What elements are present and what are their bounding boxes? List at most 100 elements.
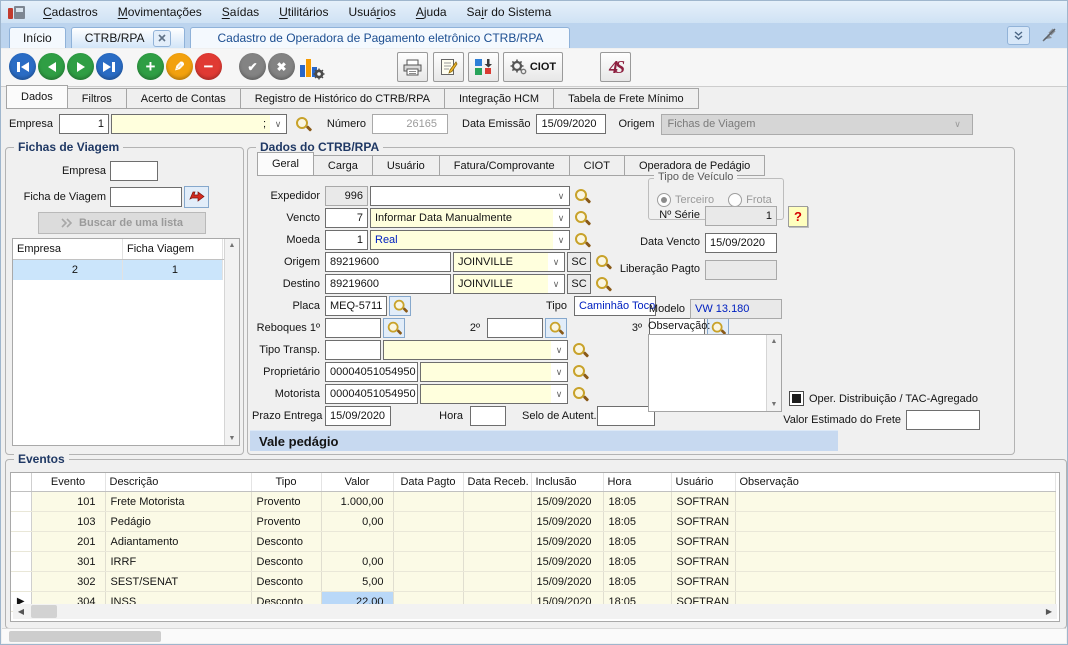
column-header-ficha-viagem[interactable]: Ficha Viagem xyxy=(123,239,223,259)
column-header-inclusao[interactable]: Inclusão xyxy=(531,473,603,492)
column-header-data-pagto[interactable]: Data Pagto xyxy=(393,473,463,492)
dropdown-arrow-icon[interactable]: ∨ xyxy=(548,275,564,293)
moeda-combo[interactable]: Real∨ xyxy=(370,230,570,250)
fichas-grid-scrollbar[interactable]: ▲ ▼ xyxy=(224,239,239,445)
scrollbar-thumb[interactable] xyxy=(31,605,57,618)
tipo-transp-code-input[interactable] xyxy=(325,340,381,360)
proprietario-input[interactable]: 00004051054950 xyxy=(325,362,418,382)
eventos-row[interactable]: 201AdiantamentoDesconto15/09/202018:05SO… xyxy=(11,532,1055,552)
empresa-input[interactable]: 1 xyxy=(59,114,109,134)
destino-search-icon[interactable] xyxy=(595,276,612,293)
column-header-observacao[interactable]: Observação xyxy=(735,473,1055,492)
print-button[interactable] xyxy=(397,52,428,82)
dados-tab-fatura-comprovante[interactable]: Fatura/Comprovante xyxy=(439,155,570,176)
menu-item-utilitarios[interactable]: Utilitários xyxy=(269,5,338,19)
column-header-usuario[interactable]: Usuário xyxy=(671,473,735,492)
dropdown-arrow-icon[interactable]: ∨ xyxy=(551,341,567,359)
pin-icon[interactable] xyxy=(1042,27,1057,45)
reboque1-input[interactable] xyxy=(325,318,381,338)
page-tab-acerto-de-contas[interactable]: Acerto de Contas xyxy=(126,88,241,109)
scroll-up-icon[interactable]: ▲ xyxy=(229,242,236,249)
dropdown-arrow-icon[interactable]: ∨ xyxy=(553,187,569,205)
placa-search-button[interactable] xyxy=(389,296,411,316)
dropdown-arrow-icon[interactable]: ∨ xyxy=(553,231,569,249)
window-scrollbar-thumb[interactable] xyxy=(9,631,161,642)
reboque1-search-button[interactable] xyxy=(383,318,405,338)
placa-input[interactable]: MEQ-5711 xyxy=(325,296,387,316)
column-header-evento[interactable]: Evento xyxy=(31,473,105,492)
menu-item-usuarios[interactable]: Usuários xyxy=(338,5,405,19)
export-button[interactable] xyxy=(468,52,499,82)
menu-item-saidas[interactable]: Saídas xyxy=(212,5,269,19)
eventos-row[interactable]: 101Frete MotoristaProvento1.000,0015/09/… xyxy=(11,492,1055,512)
nav-prev-button[interactable] xyxy=(38,53,65,80)
nav-last-button[interactable] xyxy=(96,53,123,80)
column-header-tipo[interactable]: Tipo xyxy=(251,473,321,492)
tab-ctrb-rpa[interactable]: CTRB/RPA xyxy=(71,27,186,48)
nav-first-button[interactable] xyxy=(9,53,36,80)
dados-tab-carga[interactable]: Carga xyxy=(313,155,373,176)
motorista-search-icon[interactable] xyxy=(572,386,589,403)
report-button[interactable] xyxy=(433,52,464,82)
data-vencto-input[interactable]: 15/09/2020 xyxy=(705,233,777,253)
moeda-search-icon[interactable] xyxy=(574,232,591,249)
valor-frete-input[interactable] xyxy=(906,410,980,430)
observacao-scrollbar[interactable]: ▲ ▼ xyxy=(766,335,781,411)
delete-button[interactable]: − xyxy=(195,53,222,80)
dados-tab-geral[interactable]: Geral xyxy=(257,152,314,176)
selo-input[interactable] xyxy=(597,406,655,426)
column-header-data-receb[interactable]: Data Receb. xyxy=(463,473,531,492)
expedidor-search-icon[interactable] xyxy=(574,188,591,205)
buscar-lista-button[interactable]: Buscar de uma lista xyxy=(38,212,206,234)
help-button[interactable]: ? xyxy=(788,206,808,227)
window-h-scrollbar[interactable] xyxy=(2,628,1066,643)
add-button[interactable]: + xyxy=(137,53,164,80)
expedidor-combo[interactable]: ∨ xyxy=(370,186,570,206)
page-tab-registro-de-historico-do-ctrb-rpa[interactable]: Registro de Histórico do CTRB/RPA xyxy=(240,88,445,109)
observacao-textarea[interactable]: ▲ ▼ xyxy=(648,334,782,412)
empresa-combo[interactable]: ; ∨ xyxy=(111,114,287,134)
proprietario-search-icon[interactable] xyxy=(572,364,589,381)
motorista-combo[interactable]: ∨ xyxy=(420,384,568,404)
proprietario-combo[interactable]: ∨ xyxy=(420,362,568,382)
dropdown-arrow-icon[interactable]: ∨ xyxy=(553,209,569,227)
column-header-descricao[interactable]: Descrição xyxy=(105,473,251,492)
cancel-button[interactable]: ✖ xyxy=(268,53,295,80)
scroll-down-icon[interactable]: ▼ xyxy=(771,401,778,408)
column-header-hora[interactable]: Hora xyxy=(603,473,671,492)
vencto-combo[interactable]: Informar Data Manualmente∨ xyxy=(370,208,570,228)
scroll-left-icon[interactable]: ◀ xyxy=(13,604,29,619)
reboque2-search-button[interactable] xyxy=(545,318,567,338)
dropdown-arrow-icon[interactable]: ∨ xyxy=(270,115,286,133)
confirm-button[interactable]: ✔ xyxy=(239,53,266,80)
scroll-right-icon[interactable]: ▶ xyxy=(1041,604,1057,619)
chart-button[interactable] xyxy=(299,55,325,83)
scroll-down-icon[interactable]: ▼ xyxy=(229,435,236,442)
fichas-empresa-input[interactable] xyxy=(110,161,158,181)
frota-radio[interactable] xyxy=(728,193,742,207)
hora-input[interactable] xyxy=(470,406,506,426)
scroll-up-icon[interactable]: ▲ xyxy=(771,338,778,345)
menu-item-cadastros[interactable]: Cadastros xyxy=(33,5,108,19)
origem-code-input[interactable]: 89219600 xyxy=(325,252,451,272)
vencto-search-icon[interactable] xyxy=(574,210,591,227)
tipo-transp-combo[interactable]: ∨ xyxy=(383,340,568,360)
empresa-search-icon[interactable] xyxy=(295,116,312,133)
menu-item-ajuda[interactable]: Ajuda xyxy=(406,5,457,19)
tab-list-button[interactable] xyxy=(1007,26,1030,45)
dropdown-arrow-icon[interactable]: ∨ xyxy=(548,253,564,271)
eventos-row[interactable]: 301IRRFDesconto0,0015/09/202018:05SOFTRA… xyxy=(11,552,1055,572)
moeda-code-input[interactable]: 1 xyxy=(325,230,368,250)
tab-inicio[interactable]: Início xyxy=(9,27,66,48)
dados-tab-usuario[interactable]: Usuário xyxy=(372,155,440,176)
column-header-empresa[interactable]: Empresa xyxy=(13,239,123,259)
softran-logo-button[interactable]: 4S xyxy=(600,52,631,82)
page-tab-integracao-hcm[interactable]: Integração HCM xyxy=(444,88,554,109)
terceiro-radio[interactable] xyxy=(657,193,671,207)
menu-item-sair-do-sistema[interactable]: Sair do Sistema xyxy=(457,5,562,19)
column-header-valor[interactable]: Valor xyxy=(321,473,393,492)
dropdown-arrow-icon[interactable]: ∨ xyxy=(551,363,567,381)
eventos-h-scrollbar[interactable]: ◀ ▶ xyxy=(13,604,1057,619)
dropdown-arrow-icon[interactable]: ∨ xyxy=(551,385,567,403)
page-tab-tabela-de-frete-minimo[interactable]: Tabela de Frete Mínimo xyxy=(553,88,699,109)
